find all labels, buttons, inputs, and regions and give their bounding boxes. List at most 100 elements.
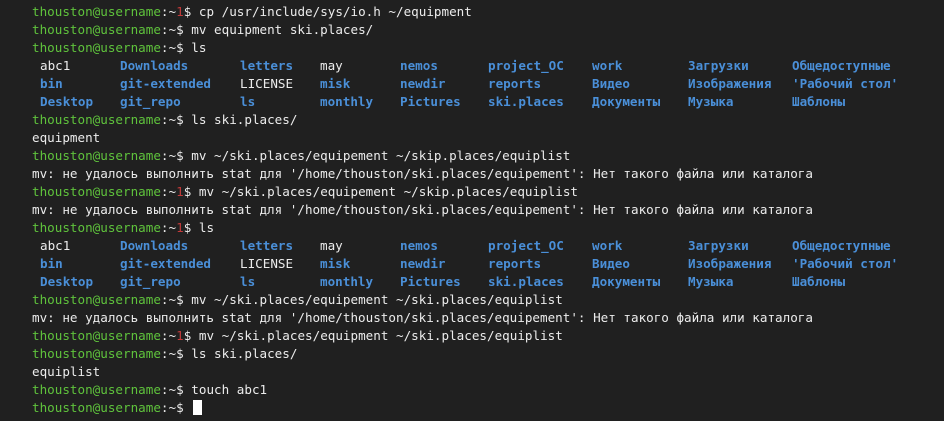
directory-entry: Загрузки	[688, 238, 749, 253]
command-text: ls ski.places/	[191, 346, 298, 361]
prompt-path: ~	[168, 148, 177, 163]
prompt-colon: :	[160, 346, 169, 361]
prompt-line: thouston@username:~1$ mv ~/ski.places/eq…	[32, 327, 944, 345]
prompt-colon: :	[160, 382, 169, 397]
prompt-user: thouston@username	[32, 292, 161, 307]
prompt-colon: :	[160, 112, 169, 127]
prompt-line: thouston@username:~1$ ls	[32, 219, 944, 237]
ls-output-row: Desktop git_repo ls monthly Pictures ski.plac…	[32, 273, 944, 291]
prompt-colon: :	[160, 22, 169, 37]
directory-entry: Видео	[592, 256, 630, 271]
directory-entry: Документы	[592, 274, 661, 289]
terminal-window[interactable]: thouston@username:~1$ cp /usr/include/sy…	[0, 0, 944, 421]
prompt-path: ~	[168, 22, 177, 37]
prompt-line: thouston@username:~$ mv equipment ski.pl…	[32, 21, 944, 39]
prompt-path: ~	[168, 292, 177, 307]
prompt-dollar: $	[183, 4, 192, 19]
ls-output-row: abc1 Downloads letters may nemos project_OC wo…	[32, 57, 944, 75]
directory-entry: bin	[40, 76, 63, 91]
prompt-colon: :	[160, 4, 169, 19]
directory-entry: ls	[240, 94, 256, 109]
directory-entry: Pictures	[400, 94, 461, 109]
prompt-colon: :	[160, 292, 169, 307]
directory-entry: Изображения	[688, 76, 772, 91]
prompt-colon: :	[160, 400, 169, 415]
directory-entry: Загрузки	[688, 58, 749, 73]
prompt-dollar: $	[176, 148, 184, 163]
command-text: ls ski.places/	[191, 112, 298, 127]
prompt-dollar: $	[176, 292, 184, 307]
prompt-path: ~	[168, 220, 177, 235]
ls-output-row: abc1 Downloads letters may nemos project_OC wo…	[32, 237, 944, 255]
prompt-line: thouston@username:~$ mv ~/ski.places/equ…	[32, 147, 944, 165]
directory-entry: Музыка	[688, 94, 734, 109]
directory-entry: Документы	[592, 94, 661, 109]
prompt-user: thouston@username	[32, 184, 161, 199]
directory-entry: newdir	[400, 256, 446, 271]
file-entry: LICENSE	[240, 256, 294, 271]
directory-entry: Музыка	[688, 274, 734, 289]
command-text: mv equipment ski.places/	[191, 22, 374, 37]
file-entry: abc1	[40, 238, 71, 253]
directory-entry: monthly	[320, 274, 374, 289]
text-cursor[interactable]	[193, 400, 203, 415]
output-line: equiplist	[32, 364, 101, 379]
directory-entry: git_repo	[120, 274, 181, 289]
command-text: mv ~/ski.places/equipement ~/skip.places…	[198, 184, 578, 199]
prompt-line: thouston@username:~1$ mv ~/ski.places/eq…	[32, 183, 944, 201]
prompt-colon: :	[160, 40, 169, 55]
prompt-user: thouston@username	[32, 148, 161, 163]
prompt-dollar: $	[176, 400, 184, 415]
output-line: mv: не удалось выполнить stat для '/home…	[32, 202, 813, 217]
command-text: mv ~/ski.places/equipement ~/skip.places…	[191, 148, 571, 163]
file-entry: LICENSE	[240, 76, 294, 91]
directory-entry: ls	[240, 274, 256, 289]
prompt-colon: :	[160, 220, 169, 235]
prompt-line: thouston@username:~$ touch abc1	[32, 381, 944, 399]
prompt-dollar: $	[176, 22, 184, 37]
directory-entry: 'Рабочий стол'	[792, 256, 899, 271]
directory-entry: Downloads	[120, 58, 189, 73]
prompt-dollar: $	[176, 382, 184, 397]
directory-entry: Downloads	[120, 238, 189, 253]
directory-entry: Шаблоны	[792, 274, 846, 289]
prompt-colon: :	[160, 148, 169, 163]
command-text: cp /usr/include/sys/io.h ~/equipment	[198, 4, 472, 19]
prompt-path: ~	[168, 328, 177, 343]
directory-entry: git-extended	[120, 76, 211, 91]
exit-status-badge: 1	[176, 220, 184, 235]
exit-status-badge: 1	[176, 4, 184, 19]
file-entry: may	[320, 58, 343, 73]
command-text: mv ~/ski.places/equipment ~/ski.places/e…	[198, 328, 563, 343]
directory-entry: letters	[240, 58, 294, 73]
directory-entry: git_repo	[120, 94, 181, 109]
prompt-line: thouston@username:~$ ls ski.places/	[32, 111, 944, 129]
directory-entry: ski.places	[488, 274, 564, 289]
file-entry: may	[320, 238, 343, 253]
directory-entry: monthly	[320, 94, 374, 109]
directory-entry: git-extended	[120, 256, 211, 271]
prompt-user: thouston@username	[32, 22, 161, 37]
directory-entry: work	[592, 238, 623, 253]
prompt-path: ~	[168, 112, 177, 127]
prompt-user: thouston@username	[32, 220, 161, 235]
prompt-dollar: $	[176, 346, 184, 361]
prompt-user: thouston@username	[32, 346, 161, 361]
command-text: ls	[198, 220, 215, 235]
command-text: touch abc1	[191, 382, 268, 397]
prompt-user: thouston@username	[32, 328, 161, 343]
directory-entry: newdir	[400, 76, 446, 91]
exit-status-badge: 1	[176, 328, 184, 343]
prompt-user: thouston@username	[32, 400, 161, 415]
ls-output-row: bin git-extended LICENSE misk newdir reports В…	[32, 75, 944, 93]
prompt-line: thouston@username:~$ ls	[32, 39, 944, 57]
ls-output-row: Desktop git_repo ls monthly Pictures ski.plac…	[32, 93, 944, 111]
prompt-line: thouston@username:~$	[32, 399, 944, 417]
prompt-line: thouston@username:~$ ls ski.places/	[32, 345, 944, 363]
directory-entry: Pictures	[400, 274, 461, 289]
directory-entry: Видео	[592, 76, 630, 91]
directory-entry: Общедоступные	[792, 238, 891, 253]
prompt-line: thouston@username:~1$ cp /usr/include/sy…	[32, 3, 944, 21]
output-line: mv: не удалось выполнить stat для '/home…	[32, 310, 813, 325]
directory-entry: misk	[320, 256, 351, 271]
